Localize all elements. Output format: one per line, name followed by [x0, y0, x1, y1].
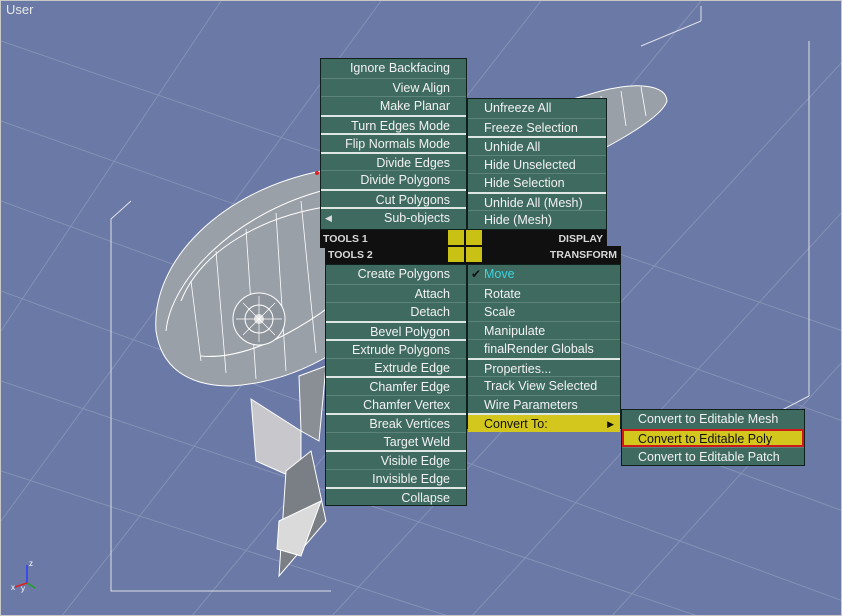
menu-item-divide-edges[interactable]: Divide Edges	[321, 151, 466, 171]
menu-item-view-align[interactable]: View Align	[321, 77, 466, 97]
axis-x-label: x	[11, 583, 15, 592]
convert-to-submenu: Convert to Editable Mesh Convert to Edit…	[621, 409, 805, 466]
menu-item-cut-polygons[interactable]: Cut Polygons	[321, 188, 466, 208]
menu-item-properties[interactable]: Properties...	[468, 357, 620, 377]
quad-center-icon	[448, 230, 482, 262]
menu-item-target-weld[interactable]: Target Weld	[326, 431, 466, 451]
menu-item-convert-editable-poly[interactable]: Convert to Editable Poly	[622, 428, 804, 447]
menu-item-hide-unselected[interactable]: Hide Unselected	[468, 154, 606, 174]
menu-item-manipulate[interactable]: Manipulate	[468, 320, 620, 340]
menu-item-chamfer-vertex[interactable]: Chamfer Vertex	[326, 394, 466, 414]
menu-item-chamfer-edge[interactable]: Chamfer Edge	[326, 376, 466, 395]
menu-item-sub-objects-label: Sub-objects	[383, 211, 450, 225]
quad-tools2-menu: Create Polygons Attach Detach Bevel Poly…	[325, 264, 467, 506]
menu-item-detach[interactable]: Detach	[326, 302, 466, 321]
menu-item-attach[interactable]: Attach	[326, 283, 466, 303]
menu-item-track-view-selected[interactable]: Track View Selected	[468, 376, 620, 395]
menu-item-turn-edges-mode[interactable]: Turn Edges Mode	[321, 114, 466, 134]
menu-item-extrude-polygons[interactable]: Extrude Polygons	[326, 339, 466, 358]
quad-transform-menu: ✔ Move Rotate Scale Manipulate finalRend…	[467, 264, 621, 432]
menu-item-flip-normals-mode[interactable]: Flip Normals Mode	[321, 133, 466, 152]
menu-item-invisible-edge[interactable]: Invisible Edge	[326, 468, 466, 488]
submenu-left-arrow-icon: ◀	[325, 213, 332, 223]
submenu-right-arrow-icon: ▶	[607, 419, 614, 429]
menu-item-visible-edge[interactable]: Visible Edge	[326, 450, 466, 469]
menu-item-make-planar[interactable]: Make Planar	[321, 96, 466, 115]
menu-item-collapse[interactable]: Collapse	[326, 487, 466, 506]
menu-item-extrude-edge[interactable]: Extrude Edge	[326, 357, 466, 377]
menu-item-finalrender-globals[interactable]: finalRender Globals	[468, 339, 620, 358]
menu-item-scale[interactable]: Scale	[468, 302, 620, 321]
menu-item-freeze-selection[interactable]: Freeze Selection	[468, 117, 606, 137]
menu-item-unhide-all[interactable]: Unhide All	[468, 136, 606, 155]
menu-item-break-vertices[interactable]: Break Vertices	[326, 413, 466, 432]
quad-tools1-menu: Ignore Backfacing View Align Make Planar…	[320, 58, 467, 230]
quad-display-menu: Unfreeze All Freeze Selection Unhide All…	[467, 98, 607, 230]
header-tools2: TOOLS 2	[328, 249, 373, 261]
menu-item-unfreeze-all[interactable]: Unfreeze All	[468, 99, 606, 118]
menu-item-ignore-backfacing[interactable]: Ignore Backfacing	[321, 59, 466, 78]
menu-item-bevel-polygon[interactable]: Bevel Polygon	[326, 320, 466, 340]
menu-item-move-label: Move	[484, 267, 515, 281]
menu-item-hide-selection[interactable]: Hide Selection	[468, 173, 606, 192]
menu-item-convert-editable-mesh[interactable]: Convert to Editable Mesh	[622, 410, 804, 429]
menu-item-create-polygons[interactable]: Create Polygons	[326, 265, 466, 284]
menu-item-move[interactable]: ✔ Move	[468, 265, 620, 284]
checkmark-icon: ✔	[471, 267, 482, 281]
axis-y-label: y	[21, 584, 25, 593]
axis-z-label: z	[29, 559, 33, 568]
menu-item-unhide-all-mesh[interactable]: Unhide All (Mesh)	[468, 191, 606, 211]
header-transform: TRANSFORM	[549, 249, 617, 261]
menu-item-sub-objects[interactable]: ◀ Sub-objects	[321, 207, 466, 226]
menu-item-wire-parameters[interactable]: Wire Parameters	[468, 394, 620, 414]
menu-item-hide-mesh[interactable]: Hide (Mesh)	[468, 210, 606, 229]
menu-item-convert-to[interactable]: Convert To: ▶	[468, 413, 620, 432]
menu-item-divide-polygons[interactable]: Divide Polygons	[321, 170, 466, 189]
menu-item-rotate[interactable]: Rotate	[468, 283, 620, 303]
viewport[interactable]: User Ignore Backfacing View Align Make P…	[0, 0, 842, 616]
menu-item-convert-to-label: Convert To:	[484, 417, 548, 431]
axis-tripod-icon: z x y	[11, 559, 36, 593]
menu-item-convert-editable-patch[interactable]: Convert to Editable Patch	[622, 447, 804, 466]
